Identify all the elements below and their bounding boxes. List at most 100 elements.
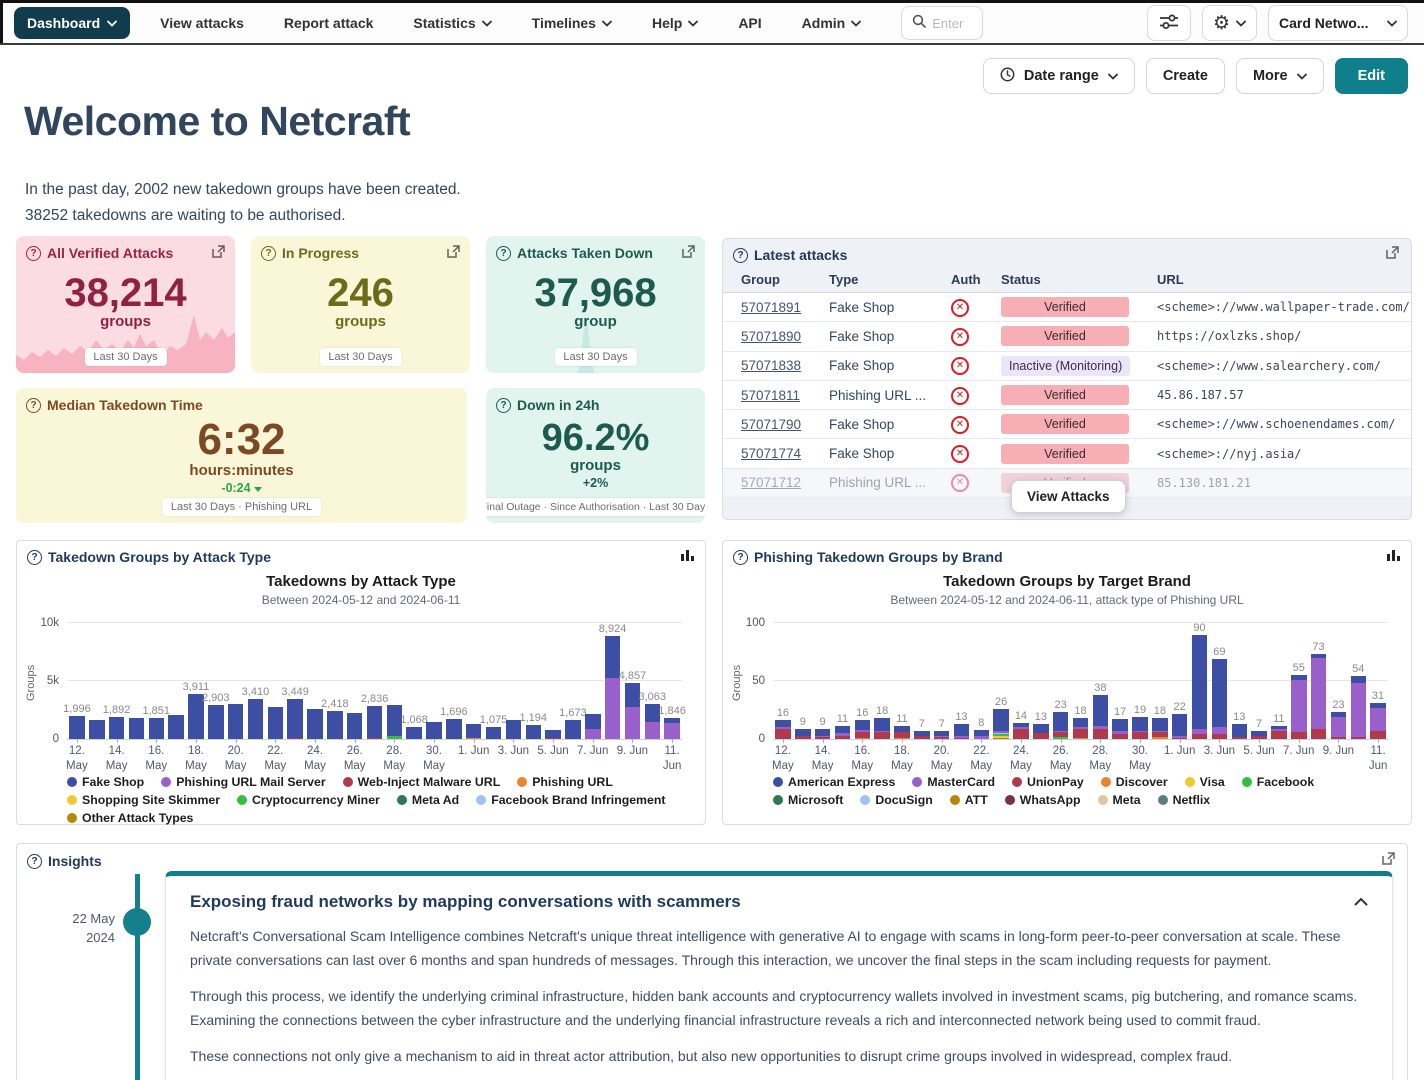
stat-card-in-progress[interactable]: ?In Progress 246 groups Last 30 Days [251,236,470,373]
card-network-selector[interactable]: Card Netwo... [1268,5,1408,41]
bar[interactable]: 9 [795,729,811,739]
legend-item-meta[interactable]: Meta [1098,793,1141,807]
legend-item-microsoft[interactable]: Microsoft [773,793,843,807]
legend-item-fb_brand[interactable]: Facebook Brand Infringement [476,793,665,807]
bar[interactable]: 7 [1251,731,1267,739]
chart-plot[interactable]: 05k10k1,9961,8921,8513,9112,9033,4103,44… [67,623,682,739]
bar[interactable]: 18 [1073,718,1089,739]
bar[interactable]: 1,851 [149,718,165,740]
bar[interactable]: 73 [1311,654,1327,739]
bar[interactable] [228,704,244,739]
stat-card-all-verified-attacks[interactable]: ?All Verified Attacks 38,214 groups Last… [16,236,235,373]
external-link-icon[interactable] [1382,852,1395,870]
legend-item-other[interactable]: Other Attack Types [67,811,193,825]
external-link-icon[interactable] [1386,246,1399,264]
legend-item-web_inject[interactable]: Web-Inject Malware URL [343,775,501,789]
legend-item-visa[interactable]: Visa [1185,775,1225,789]
bar[interactable]: 19 [1132,717,1148,739]
nav-item-admin[interactable]: Admin [802,15,862,31]
bar[interactable]: 18 [874,718,890,739]
bar[interactable] [89,720,105,740]
nav-item-report-attack[interactable]: Report attack [284,15,373,31]
legend-item-phishing_mail[interactable]: Phishing URL Mail Server [161,775,325,789]
group-link[interactable]: 57071890 [741,329,801,344]
legend-item-whatsapp[interactable]: WhatsApp [1005,793,1081,807]
group-link[interactable]: 57071811 [741,388,800,403]
group-link[interactable]: 57071712 [741,475,801,490]
legend-item-discover[interactable]: Discover [1101,775,1168,789]
bar[interactable]: 13 [1232,724,1248,739]
create-button[interactable]: Create [1146,58,1225,94]
chevron-up-icon[interactable] [1354,893,1368,911]
external-link-icon[interactable] [682,245,695,263]
legend-item-mastercard[interactable]: MasterCard [912,775,995,789]
bar[interactable]: 55 [1291,675,1307,739]
bar[interactable]: 1,673 [565,720,581,739]
bar[interactable]: 13 [954,724,970,739]
bar[interactable]: 1,892 [109,717,125,739]
legend-item-att[interactable]: ATT [950,793,988,807]
bar[interactable]: 3,449 [287,699,303,739]
bar[interactable] [466,724,482,739]
search-box[interactable] [901,6,983,40]
bar[interactable]: 13 [1033,724,1049,739]
bar[interactable]: 1,846 [664,718,680,739]
more-button[interactable]: More [1236,58,1324,94]
bar[interactable] [585,714,601,739]
nav-dashboard-button[interactable]: Dashboard [14,7,130,39]
table-row[interactable]: 57071891Fake Shop✕Verified<scheme>://www… [723,293,1411,322]
edit-button[interactable]: Edit [1335,58,1408,94]
nav-item-api[interactable]: API [738,15,761,31]
legend-item-crypto_miner[interactable]: Cryptocurrency Miner [237,793,380,807]
group-link[interactable]: 57071891 [741,300,801,315]
legend-item-skimmer[interactable]: Shopping Site Skimmer [67,793,220,807]
bar[interactable]: 23 [1331,712,1347,739]
view-attacks-button[interactable]: View Attacks [1011,480,1126,513]
bar[interactable] [307,709,323,739]
bar[interactable]: 9 [815,729,831,739]
bar[interactable]: 18 [1152,718,1168,739]
bar[interactable]: 26 [993,709,1009,739]
group-link[interactable]: 57071774 [741,446,801,461]
bar[interactable]: 11 [894,726,910,739]
bar[interactable] [545,730,561,740]
bar[interactable]: 8 [974,730,990,739]
bar[interactable]: 2,903 [208,705,224,739]
table-row[interactable]: 57071811Phishing URL ...✕Verified45.86.1… [723,381,1411,410]
legend-item-netflix[interactable]: Netflix [1158,793,1211,807]
search-input[interactable] [932,16,978,31]
table-row[interactable]: 57071890Fake Shop✕Verifiedhttps://oxlzks… [723,322,1411,351]
bar[interactable] [426,722,442,739]
bar[interactable]: 17 [1112,719,1128,739]
bar[interactable]: 11 [835,726,851,739]
legend-item-phishing_url[interactable]: Phishing URL [517,775,613,789]
filters-button[interactable] [1147,5,1191,41]
bar[interactable]: 2,418 [327,711,343,739]
bar[interactable]: 11 [1271,726,1287,739]
legend-item-facebook[interactable]: Facebook [1242,775,1314,789]
chart-plot[interactable]: 0501001699111618117713826141323183817191… [773,623,1388,739]
table-row[interactable]: 57071774Fake Shop✕Verified<scheme>://nyj… [723,439,1411,468]
external-link-icon[interactable] [212,245,225,263]
legend-item-docusign[interactable]: DocuSign [860,793,932,807]
table-row[interactable]: 57071790Fake Shop✕Verified<scheme>://www… [723,410,1411,439]
bar[interactable]: 23 [1053,712,1069,739]
group-link[interactable]: 57071790 [741,417,801,432]
nav-item-help[interactable]: Help [652,15,698,31]
bar[interactable]: 8,924 [605,636,621,740]
bar[interactable]: 1,194 [526,725,542,739]
stat-card-median-takedown-time[interactable]: ?Median Takedown Time 6:32 hours:minutes… [16,388,467,523]
stat-card-attacks-taken-down[interactable]: ?Attacks Taken Down 37,968 group Last 30… [486,236,705,373]
bar-chart-icon[interactable] [681,548,695,566]
date-range-button[interactable]: Date range [983,58,1135,94]
bar[interactable]: 7 [914,731,930,739]
bar[interactable]: 16 [855,720,871,739]
bar[interactable]: 1,075 [486,727,502,740]
bar[interactable] [347,713,363,739]
settings-button[interactable]: ⚙ [1202,5,1257,41]
bar[interactable]: 22 [1172,714,1188,740]
legend-item-meta_ad[interactable]: Meta Ad [397,793,459,807]
bar[interactable]: 69 [1212,659,1228,739]
stat-card-down-in-24h[interactable]: ?Down in 24h 96.2% groups +2% Final Outa… [486,388,705,523]
bar[interactable]: 3,410 [248,699,264,739]
